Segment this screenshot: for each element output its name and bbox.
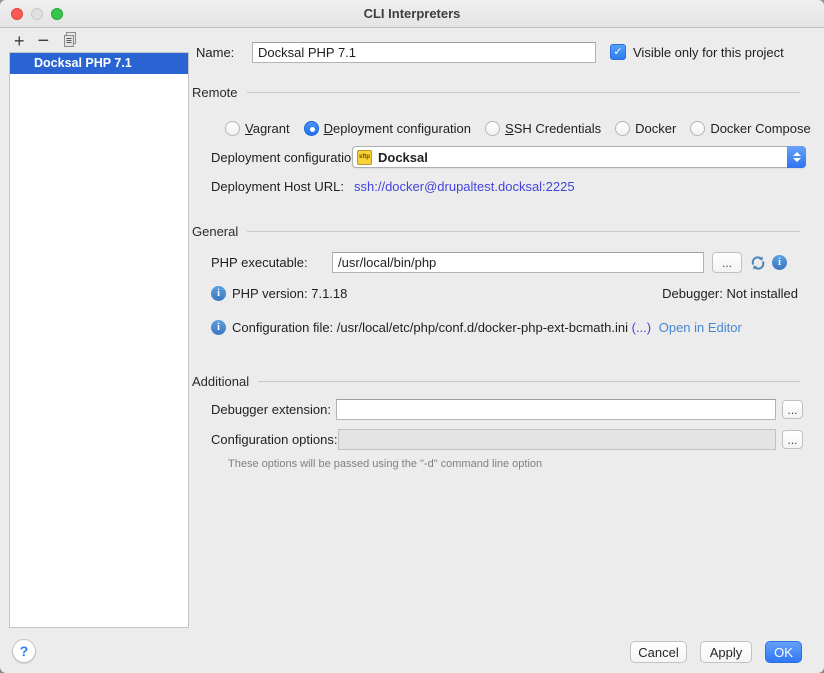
combobox-stepper-icon [787, 146, 806, 168]
interpreter-list: Docksal PHP 7.1 [9, 52, 189, 628]
cli-interpreters-dialog: CLI Interpreters + − Docksal PHP 7.1 Nam… [0, 0, 824, 673]
debugger-extension-label: Debugger extension: [211, 399, 331, 420]
deployment-configuration-select[interactable]: sftp Docksal [352, 146, 806, 168]
help-button[interactable]: ? [12, 639, 36, 663]
section-divider [247, 231, 800, 232]
configuration-options-input [338, 429, 776, 450]
additional-section-title: Additional [192, 374, 249, 389]
apply-button[interactable]: Apply [700, 641, 752, 663]
additional-section-header: Additional [192, 373, 800, 389]
remove-interpreter-button[interactable]: − [38, 32, 50, 50]
debugger-status-text: Debugger: Not installed [662, 283, 798, 304]
open-in-editor-link[interactable]: Open in Editor [659, 320, 742, 335]
copy-interpreter-button[interactable] [62, 31, 78, 51]
php-executable-input[interactable] [332, 252, 704, 273]
config-file-info-icon: i [211, 320, 226, 335]
deployment-configuration-value: Docksal [378, 150, 428, 165]
radio-icon [690, 121, 705, 136]
configuration-options-label: Configuration options: [211, 429, 337, 450]
copy-icon [62, 32, 78, 52]
deployment-host-url-label: Deployment Host URL: [211, 176, 344, 197]
radio-icon [615, 121, 630, 136]
radio-ssh-credentials[interactable]: SSH Credentials [485, 121, 601, 136]
window-title: CLI Interpreters [0, 0, 824, 28]
visible-only-checkbox[interactable]: ✓ [610, 44, 626, 60]
php-executable-label: PHP executable: [211, 252, 308, 273]
name-input[interactable] [252, 42, 596, 63]
remote-type-radio-group: Vagrant Deployment configuration SSH Cre… [225, 119, 824, 137]
php-version-text: PHP version: 7.1.18 [232, 283, 347, 304]
add-interpreter-button[interactable]: + [14, 32, 25, 50]
list-item-docksal-php[interactable]: Docksal PHP 7.1 [10, 53, 188, 74]
remote-section-title: Remote [192, 85, 238, 100]
minus-icon: − [38, 30, 50, 52]
cancel-button[interactable]: Cancel [630, 641, 687, 663]
config-file-text: Configuration file: /usr/local/etc/php/c… [232, 320, 628, 335]
deployment-configuration-label: Deployment configuration: [211, 147, 362, 169]
config-file-row: Configuration file: /usr/local/etc/php/c… [232, 317, 742, 338]
radio-docker-compose[interactable]: Docker Compose [690, 121, 810, 136]
reload-phpinfo-icon[interactable] [749, 254, 767, 272]
interpreter-list-toolbar: + − [14, 31, 78, 51]
configuration-options-note: These options will be passed using the "… [228, 458, 542, 470]
browse-php-executable-button[interactable]: ... [712, 252, 742, 273]
deployment-host-url-link[interactable]: ssh://docker@drupaltest.docksal:2225 [354, 176, 575, 197]
sftp-file-icon: sftp [357, 150, 372, 165]
radio-icon-selected [304, 121, 319, 136]
radio-icon [225, 121, 240, 136]
radio-docker[interactable]: Docker [615, 121, 676, 136]
debugger-extension-input[interactable] [336, 399, 776, 420]
general-section-header: General [192, 223, 800, 239]
php-executable-info-icon[interactable]: i [772, 255, 787, 270]
radio-icon [485, 121, 500, 136]
plus-icon: + [14, 31, 25, 51]
remote-section-header: Remote [192, 84, 800, 100]
titlebar: CLI Interpreters [0, 0, 824, 28]
browse-debugger-extension-button[interactable]: ... [782, 400, 803, 419]
config-file-ellipsis-link[interactable]: (...) [632, 320, 652, 335]
section-divider [247, 92, 800, 93]
php-version-info-icon: i [211, 286, 226, 301]
radio-deployment-configuration[interactable]: Deployment configuration [304, 121, 471, 136]
radio-vagrant[interactable]: Vagrant [225, 121, 290, 136]
browse-configuration-options-button[interactable]: ... [782, 430, 803, 449]
visible-only-label[interactable]: Visible only for this project [633, 42, 784, 63]
section-divider [258, 381, 800, 382]
ok-button[interactable]: OK [765, 641, 802, 663]
name-label: Name: [196, 42, 234, 63]
general-section-title: General [192, 224, 238, 239]
